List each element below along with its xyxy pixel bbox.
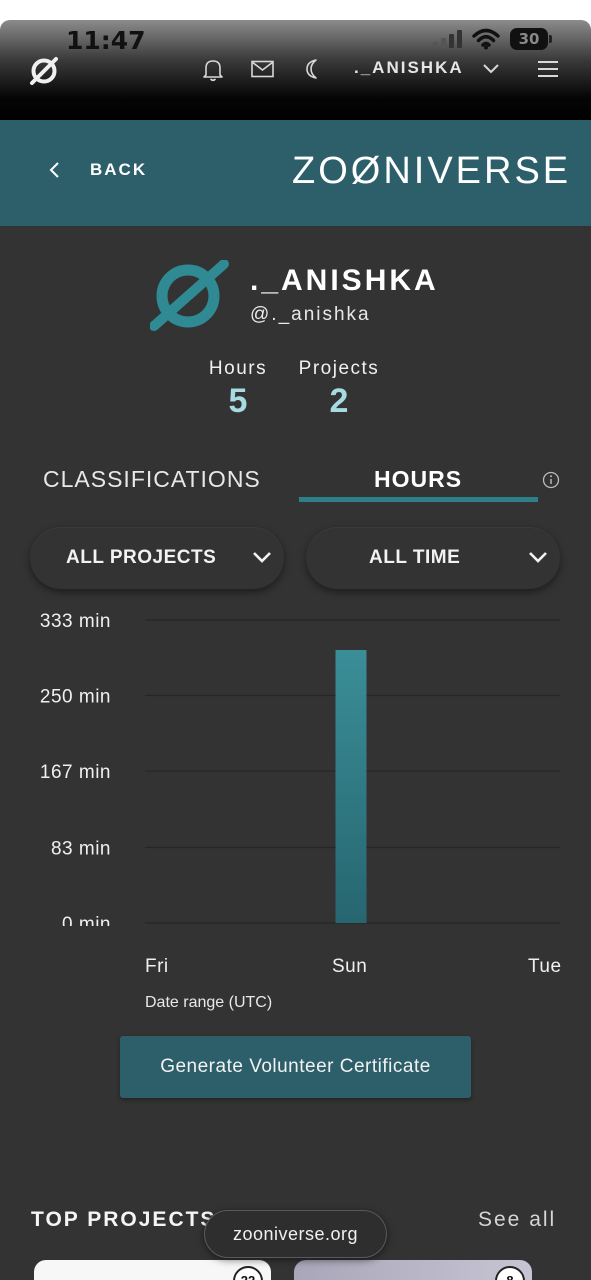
stat-hours: Hours 5 — [204, 358, 272, 421]
page-edge — [0, 0, 591, 20]
chevron-left-icon — [49, 162, 59, 178]
chevron-down-icon[interactable] — [482, 62, 500, 76]
status-time: 11:47 — [66, 26, 146, 55]
hamburger-menu-icon[interactable] — [537, 60, 559, 78]
stat-label: Projects — [298, 358, 380, 379]
project-count-badge: 22 — [233, 1266, 263, 1280]
y-tick-label: 0 min — [62, 914, 111, 926]
chevron-down-icon — [253, 552, 271, 563]
x-tick-label: Tue — [528, 956, 562, 977]
top-project-card[interactable]: 8 — [294, 1260, 532, 1280]
project-filter-value: ALL PROJECTS — [66, 547, 217, 568]
top-project-card[interactable]: 22 — [34, 1260, 271, 1280]
y-tick-label: 250 min — [40, 687, 111, 708]
see-all-link[interactable]: See all — [478, 1208, 556, 1232]
zooniverse-logo-icon[interactable] — [29, 56, 59, 86]
y-tick-label: 333 min — [40, 611, 111, 632]
x-axis-labels: Fri Sun Tue Date range (UTC) — [0, 956, 591, 1026]
stat-value: 2 — [329, 382, 349, 420]
bar-sun[interactable] — [335, 650, 367, 923]
back-button[interactable]: BACK — [48, 160, 147, 180]
battery-icon: 30 — [510, 28, 552, 50]
profile-stats-panel: ._ANISHKA @._anishka Hours 5 Projects 2 … — [0, 226, 591, 1280]
top-navigation-bar: 11:47 30 ._ANISHKA — [0, 20, 591, 120]
wifi-icon — [472, 28, 500, 50]
project-count-badge: 8 — [495, 1266, 525, 1280]
top-projects-heading: TOP PROJECTS — [31, 1208, 217, 1231]
hours-bar-chart: 0 min 83 min 167 min 250 min 333 min — [40, 611, 560, 926]
generate-certificate-button[interactable]: Generate Volunteer Certificate — [120, 1036, 471, 1098]
page-header: BACK ZOØNIVERSE — [0, 120, 591, 226]
y-tick-label: 167 min — [40, 762, 111, 783]
avatar — [150, 260, 229, 331]
tab-classifications[interactable]: CLASSIFICATIONS — [43, 466, 261, 493]
notifications-bell-icon[interactable] — [202, 58, 224, 82]
messages-mail-icon[interactable] — [251, 60, 274, 78]
active-tab-indicator — [299, 497, 538, 502]
x-tick-label: Sun — [332, 956, 368, 977]
chevron-down-icon — [529, 552, 547, 563]
time-range-value: ALL TIME — [369, 547, 461, 568]
nav-username[interactable]: ._ANISHKA — [354, 58, 464, 78]
time-range-dropdown[interactable]: ALL TIME — [306, 527, 560, 589]
stat-value: 5 — [228, 382, 248, 420]
x-tick-label: Fri — [145, 956, 169, 977]
x-axis-title: Date range (UTC) — [145, 994, 273, 1011]
tab-hours[interactable]: HOURS — [374, 466, 462, 493]
cellular-signal-icon — [433, 30, 462, 48]
stat-projects: Projects 2 — [292, 358, 386, 421]
browser-url-bar[interactable]: zooniverse.org — [204, 1210, 387, 1258]
dark-mode-moon-icon[interactable] — [303, 58, 323, 80]
display-name: ._ANISHKA — [250, 264, 439, 297]
back-label: BACK — [90, 160, 148, 179]
project-filter-dropdown[interactable]: ALL PROJECTS — [30, 527, 284, 589]
y-tick-label: 83 min — [51, 838, 111, 859]
stat-label: Hours — [208, 358, 268, 379]
info-icon[interactable] — [542, 471, 560, 489]
zooniverse-wordmark[interactable]: ZOØNIVERSE — [292, 150, 571, 193]
user-handle: @._anishka — [250, 304, 371, 325]
